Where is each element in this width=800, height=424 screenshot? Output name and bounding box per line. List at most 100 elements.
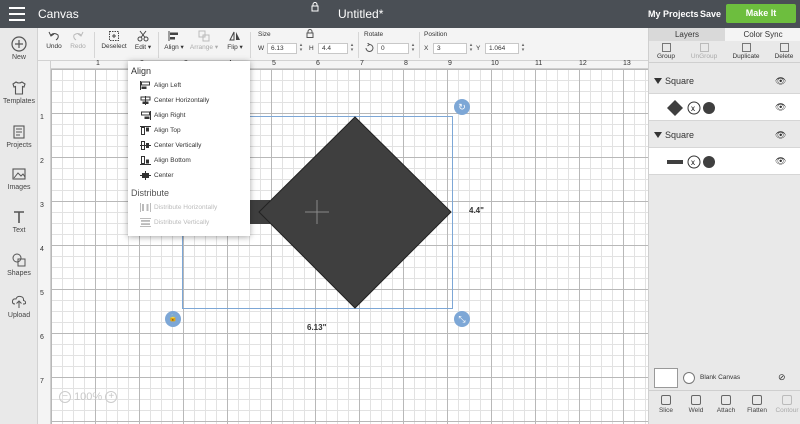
- shirt-icon: [12, 81, 26, 95]
- tab-layers[interactable]: Layers: [649, 28, 725, 41]
- rotate-icon: [365, 43, 374, 52]
- layer-group[interactable]: Square 👁: [649, 128, 800, 144]
- my-projects-link[interactable]: My Projects: [648, 9, 699, 19]
- layer-row[interactable]: x 👁: [649, 93, 800, 121]
- zoom-in-button[interactable]: +: [105, 391, 118, 404]
- lock-handle-icon[interactable]: 🔒: [165, 311, 181, 327]
- rotate-stepper[interactable]: ▴ ▾: [410, 43, 416, 54]
- height-stepper[interactable]: ▴ ▾: [349, 43, 355, 54]
- position-label: Position: [424, 31, 448, 38]
- text-icon: [14, 211, 24, 223]
- rotate-input[interactable]: 0: [377, 43, 409, 54]
- blank-canvas-row[interactable]: Blank Canvas ⊘: [654, 368, 799, 390]
- center-horizontally-item[interactable]: Center Horizontally: [140, 95, 209, 107]
- layer-group[interactable]: Square 👁: [649, 74, 800, 90]
- arrange-dropdown[interactable]: Arrange ▾: [188, 28, 220, 51]
- y-stepper[interactable]: ▴ ▾: [520, 43, 526, 54]
- rotate-handle-icon[interactable]: ↻: [454, 99, 470, 115]
- width-input[interactable]: 6.13: [267, 43, 297, 54]
- nav-shapes[interactable]: Shapes: [0, 252, 38, 277]
- attach-button[interactable]: Attach: [713, 395, 739, 414]
- nav-new[interactable]: New: [0, 36, 38, 61]
- layer-row[interactable]: x 👁: [649, 147, 800, 175]
- size-label: Size: [258, 31, 271, 38]
- rotate-label: Rotate: [364, 31, 384, 38]
- ungroup-label: UnGroup: [690, 53, 718, 60]
- distribute-horizontally-label: Distribute Horizontally: [154, 204, 218, 211]
- visibility-eye-icon[interactable]: 👁: [775, 156, 786, 167]
- canvas-color-circle-icon[interactable]: [683, 372, 695, 384]
- ruler-left-number: 5: [40, 290, 44, 297]
- left-nav: New Templates Projects Images Text Shape…: [0, 28, 38, 424]
- attach-label: Attach: [716, 407, 736, 414]
- trash-icon: [779, 43, 789, 52]
- scissors-icon: [137, 30, 149, 42]
- ruler-top-number: 9: [448, 60, 452, 67]
- flip-dropdown[interactable]: Flip ▾: [224, 28, 246, 51]
- group-icon: [661, 43, 671, 52]
- layer-actions: Group UnGroup Duplicate Delete: [649, 41, 800, 63]
- visibility-eye-icon[interactable]: 👁: [775, 102, 786, 113]
- redo-button[interactable]: Redo: [68, 28, 88, 50]
- width-stepper[interactable]: ▴ ▾: [298, 43, 304, 54]
- hide-canvas-icon[interactable]: ⊘: [778, 372, 786, 383]
- nav-projects[interactable]: Projects: [0, 124, 38, 149]
- save-button[interactable]: Save: [700, 9, 721, 19]
- diamond-shape[interactable]: [258, 116, 452, 309]
- hamburger-menu-icon[interactable]: [9, 7, 25, 21]
- distribute-horizontally-item[interactable]: Distribute Horizontally: [140, 202, 217, 214]
- top-bar: Canvas Untitled* My Projects Save Make I…: [0, 0, 800, 28]
- align-bottom-label: Align Bottom: [154, 157, 191, 164]
- tab-color-sync[interactable]: Color Sync: [725, 28, 800, 41]
- canvas-swatch[interactable]: [654, 368, 678, 388]
- distribute-vertically-item[interactable]: Distribute Vertically: [140, 217, 209, 229]
- group-label: Group: [656, 53, 676, 60]
- nav-upload[interactable]: Upload: [0, 294, 38, 319]
- align-left-item[interactable]: Align Left: [140, 80, 181, 92]
- ruler-top-number: 11: [535, 60, 543, 67]
- undo-button[interactable]: Undo: [44, 28, 64, 50]
- weld-button[interactable]: Weld: [683, 395, 709, 414]
- collapse-arrow-icon[interactable]: [654, 132, 662, 138]
- deselect-button[interactable]: Deselect: [100, 28, 128, 50]
- visibility-eye-icon[interactable]: 👁: [775, 76, 786, 87]
- align-bottom-item[interactable]: Align Bottom: [140, 155, 191, 167]
- make-it-button[interactable]: Make It: [726, 4, 796, 23]
- x-input[interactable]: 3: [433, 43, 467, 54]
- contour-button[interactable]: Contour: [773, 395, 800, 414]
- redo-icon: [73, 31, 84, 41]
- nav-images[interactable]: Images: [0, 166, 38, 191]
- flatten-button[interactable]: Flatten: [743, 395, 771, 414]
- align-dropdown[interactable]: Align ▾: [162, 28, 186, 51]
- ruler-left-number: 6: [40, 334, 44, 341]
- group-button[interactable]: Group: [651, 41, 681, 60]
- align-right-item[interactable]: Align Right: [140, 110, 185, 122]
- delete-button[interactable]: Delete: [769, 41, 799, 60]
- align-top-icon: [140, 125, 151, 135]
- ungroup-button[interactable]: UnGroup: [687, 41, 721, 60]
- ruler-left-number: 7: [40, 378, 44, 385]
- edit-dropdown[interactable]: Edit ▾: [132, 28, 154, 51]
- resize-handle-icon[interactable]: ⤡: [454, 311, 470, 327]
- align-top-item[interactable]: Align Top: [140, 125, 181, 137]
- nav-text[interactable]: Text: [0, 209, 38, 234]
- layer-group-name: Square: [665, 76, 695, 86]
- flip-icon: [229, 31, 240, 41]
- collapse-arrow-icon[interactable]: [654, 78, 662, 84]
- deselect-label: Deselect: [101, 43, 127, 50]
- document-title[interactable]: Untitled*: [338, 7, 383, 21]
- slice-button[interactable]: Slice: [653, 395, 679, 414]
- y-input[interactable]: 1.064: [485, 43, 519, 54]
- center-vertically-item[interactable]: Center Vertically: [140, 140, 201, 152]
- x-stepper[interactable]: ▴ ▾: [468, 43, 474, 54]
- ruler-left-number: 3: [40, 202, 44, 209]
- arrange-label: Arrange ▾: [189, 44, 219, 51]
- nav-templates[interactable]: Templates: [0, 80, 38, 105]
- visibility-eye-icon[interactable]: 👁: [775, 130, 786, 141]
- center-item[interactable]: Center: [140, 170, 174, 182]
- nav-text-label: Text: [12, 227, 26, 234]
- zoom-out-button[interactable]: −: [59, 391, 71, 404]
- height-input[interactable]: 4.4: [318, 43, 348, 54]
- center-horizontally-icon: [140, 95, 151, 105]
- duplicate-button[interactable]: Duplicate: [729, 41, 763, 60]
